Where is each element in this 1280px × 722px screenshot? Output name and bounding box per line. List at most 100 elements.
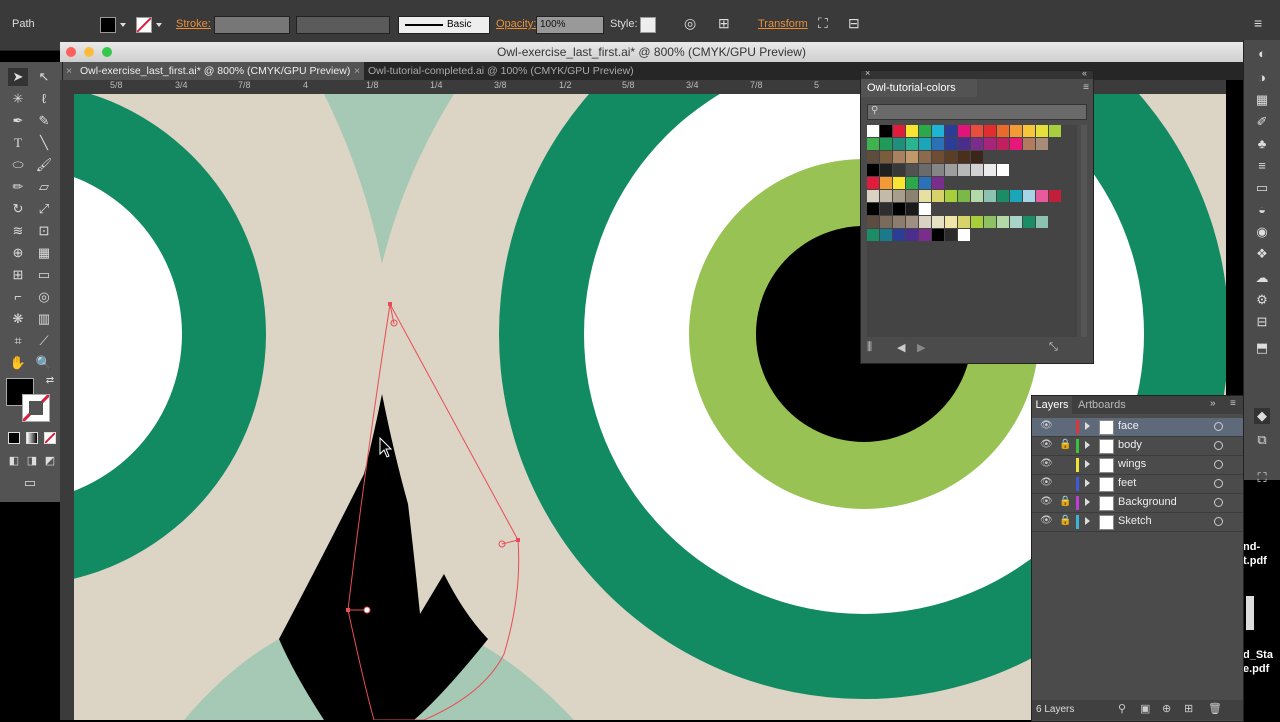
visibility-eye-icon[interactable]: 👁 — [1040, 420, 1053, 431]
swatch[interactable] — [984, 164, 996, 176]
swatch[interactable] — [867, 190, 879, 202]
swatch[interactable] — [971, 125, 983, 137]
draw-normal-icon[interactable]: ◧ — [4, 452, 24, 470]
swatch[interactable] — [867, 203, 879, 215]
swatch[interactable] — [945, 164, 957, 176]
swatch[interactable] — [906, 151, 918, 163]
close-tab-icon[interactable]: × — [66, 62, 72, 80]
rotate-tool-icon[interactable]: ↻ — [8, 200, 28, 218]
zoom-window-button[interactable] — [102, 47, 112, 57]
swatch[interactable] — [1023, 216, 1035, 228]
swatch[interactable] — [1023, 190, 1035, 202]
visibility-eye-icon[interactable]: 👁 — [1040, 458, 1053, 469]
swatch[interactable] — [958, 229, 970, 241]
layer-row[interactable]: 👁 🔒 Sketch — [1032, 513, 1243, 532]
swatch[interactable] — [919, 164, 931, 176]
target-circle-icon[interactable] — [1214, 422, 1223, 431]
swatch[interactable] — [958, 151, 970, 163]
swatch[interactable] — [893, 190, 905, 202]
swatch[interactable] — [880, 203, 892, 215]
swatch[interactable] — [919, 177, 931, 189]
swatch[interactable] — [906, 125, 918, 137]
pen-tool-icon[interactable]: ✒ — [8, 112, 28, 130]
swatch[interactable] — [958, 190, 970, 202]
target-circle-icon[interactable] — [1214, 517, 1223, 526]
color-mode-icon[interactable] — [8, 432, 20, 444]
swatch[interactable] — [880, 190, 892, 202]
tab-owl-tutorial-completed[interactable]: × Owl-tutorial-completed.ai @ 100% (CMYK… — [348, 62, 658, 80]
curvature-tool-icon[interactable]: ✎ — [34, 112, 54, 130]
swatch[interactable] — [971, 138, 983, 150]
zoom-tool-icon[interactable]: 🔍 — [34, 354, 54, 372]
swatch[interactable] — [971, 164, 983, 176]
panel-collapse-icon[interactable]: « — [1082, 68, 1087, 78]
swatch[interactable] — [984, 216, 996, 228]
expand-arrow-icon[interactable] — [1085, 460, 1090, 468]
width-tool-icon[interactable]: ≋ — [8, 222, 28, 240]
opacity-label[interactable]: Opacity: — [496, 18, 536, 30]
swatch[interactable] — [906, 164, 918, 176]
fill-dropdown-icon[interactable] — [120, 23, 126, 27]
artboard-tool-icon[interactable]: ⌗ — [8, 332, 28, 350]
swatch[interactable] — [932, 151, 944, 163]
visibility-eye-icon[interactable]: 👁 — [1040, 477, 1053, 488]
swatch[interactable] — [958, 138, 970, 150]
next-library-icon[interactable]: ▶ — [917, 341, 925, 354]
graphic-style-swatch[interactable] — [640, 17, 656, 33]
swatch[interactable] — [984, 138, 996, 150]
stroke-dropdown-icon[interactable] — [156, 23, 162, 27]
transform-dock-icon[interactable]: ⛶ — [1254, 470, 1270, 486]
eraser-icon[interactable]: ▱ — [34, 178, 54, 196]
expand-arrow-icon[interactable] — [1085, 498, 1090, 506]
swatch[interactable] — [932, 229, 944, 241]
blend-tool-icon[interactable]: ◎ — [34, 288, 54, 306]
expand-arrow-icon[interactable] — [1085, 422, 1090, 430]
swatch[interactable] — [984, 125, 996, 137]
swatch[interactable] — [932, 138, 944, 150]
swatch[interactable] — [932, 125, 944, 137]
swatch[interactable] — [906, 177, 918, 189]
align-icon[interactable]: ⊞ — [718, 15, 730, 32]
swatch[interactable] — [1010, 125, 1022, 137]
recolor-icon[interactable]: ◎ — [684, 15, 696, 32]
swatches-icon[interactable]: ▦ — [1254, 92, 1270, 108]
swatch[interactable] — [867, 164, 879, 176]
swatch[interactable] — [945, 151, 957, 163]
new-sublayer-icon[interactable]: ⊕ — [1162, 702, 1171, 715]
swatch[interactable] — [1010, 216, 1022, 228]
stroke-swatch[interactable] — [136, 17, 152, 33]
swatch-panel-title[interactable]: Owl-tutorial-colors — [861, 79, 977, 97]
swatch[interactable] — [932, 164, 944, 176]
swatch[interactable] — [945, 125, 957, 137]
swatch[interactable] — [945, 229, 957, 241]
swatch[interactable] — [997, 125, 1009, 137]
isolate-icon[interactable]: ⛶ — [818, 15, 828, 32]
swatch[interactable] — [919, 229, 931, 241]
swatch[interactable] — [880, 138, 892, 150]
transparency-icon[interactable]: ◒ — [1254, 202, 1270, 218]
ellipse-tool-icon[interactable]: ⬭ — [8, 156, 28, 174]
align-panel-icon[interactable]: ⊟ — [1254, 314, 1270, 330]
type-tool-icon[interactable]: T — [8, 134, 28, 152]
target-circle-icon[interactable] — [1214, 498, 1223, 507]
panel-close-icon[interactable]: × — [865, 68, 870, 78]
swatch[interactable] — [893, 177, 905, 189]
swatch[interactable] — [906, 138, 918, 150]
swatch[interactable] — [893, 229, 905, 241]
swap-colors-icon[interactable]: ⇄ — [40, 372, 60, 390]
magic-wand-icon[interactable]: ✳ — [8, 90, 28, 108]
previous-library-icon[interactable]: ◀ — [897, 341, 905, 354]
swatch[interactable] — [867, 151, 879, 163]
graphic-styles-icon[interactable]: ❖ — [1254, 246, 1270, 262]
swatch[interactable] — [919, 151, 931, 163]
scale-tool-icon[interactable]: ⤢ — [34, 200, 54, 218]
close-window-button[interactable] — [66, 47, 76, 57]
layer-row[interactable]: 👁 🔒 body — [1032, 437, 1243, 456]
swatch[interactable] — [984, 190, 996, 202]
color-guide-icon[interactable]: ◑ — [1254, 70, 1270, 86]
arrange-icon[interactable]: ⊟ — [848, 15, 860, 32]
swatch[interactable] — [1036, 138, 1048, 150]
variable-width-dropdown[interactable] — [296, 16, 390, 34]
cc-libraries-icon[interactable]: ☁ — [1254, 270, 1270, 286]
shape-builder-icon[interactable]: ⊕ — [8, 244, 28, 262]
